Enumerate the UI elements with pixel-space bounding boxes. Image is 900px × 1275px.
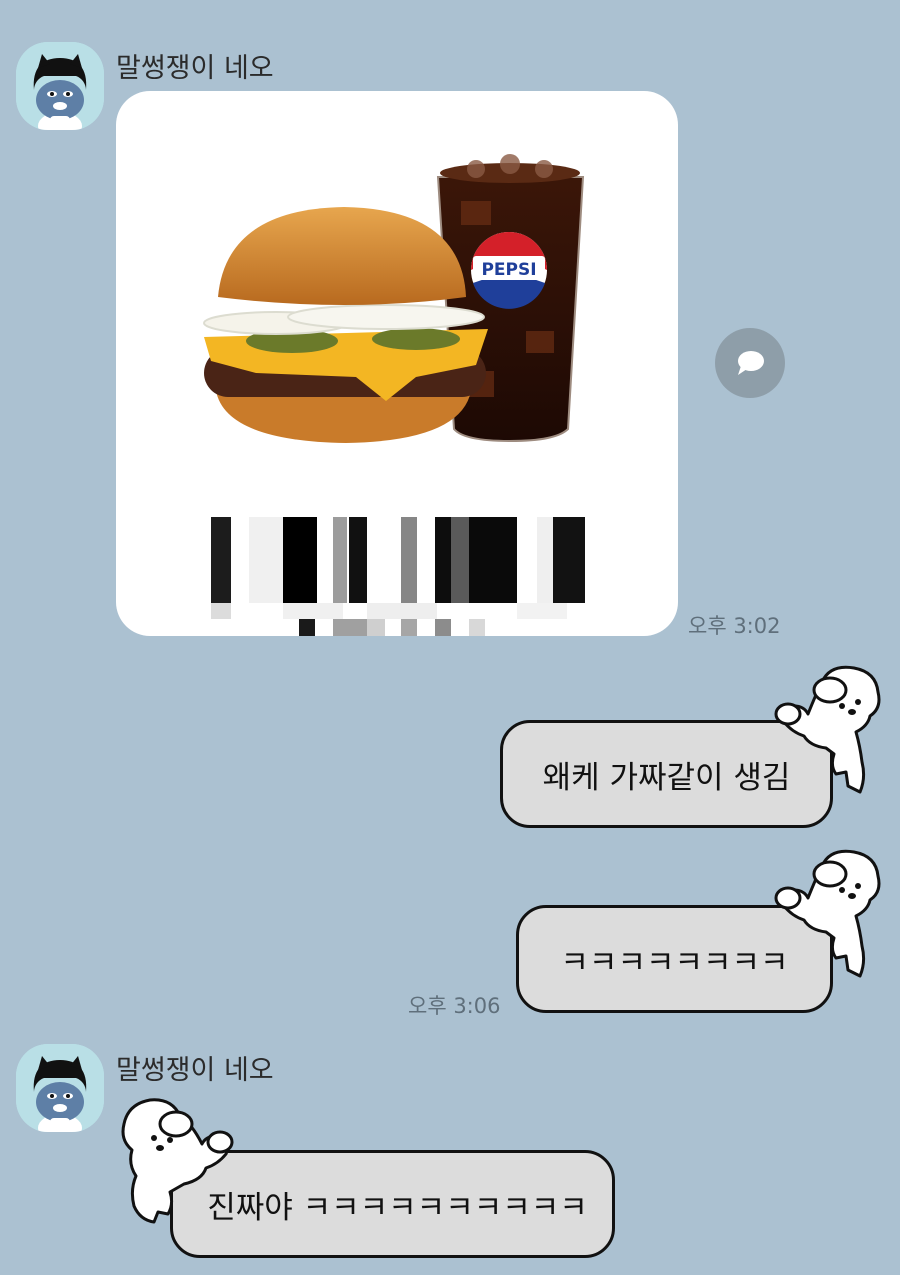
message-text: 진짜야 ㅋㅋㅋㅋㅋㅋㅋㅋㅋㅋ	[207, 1189, 588, 1226]
message-time: 오후 3:02	[688, 614, 781, 638]
message-time: 오후 3:06	[408, 994, 501, 1018]
sender-name: 말썽쟁이 네오	[116, 53, 274, 84]
share-button[interactable]	[715, 328, 785, 398]
sender-name: 말썽쟁이 네오	[116, 1055, 274, 1086]
message-text: 왜케 가짜같이 생김	[542, 759, 791, 796]
avatar[interactable]	[16, 42, 104, 130]
outgoing-message-bubble[interactable]: ㅋㅋㅋㅋㅋㅋㅋㅋ	[516, 905, 833, 1013]
pepsi-label: PEPSI	[481, 260, 536, 280]
barcode-pixelated	[211, 517, 585, 636]
image-message[interactable]: PEPSI	[116, 91, 678, 636]
speech-bubble-icon	[738, 351, 764, 375]
message-text: ㅋㅋㅋㅋㅋㅋㅋㅋ	[560, 944, 789, 981]
outgoing-message-bubble[interactable]: 왜케 가짜같이 생김	[500, 720, 833, 828]
incoming-message-bubble[interactable]: 진짜야 ㅋㅋㅋㅋㅋㅋㅋㅋㅋㅋ	[170, 1150, 615, 1258]
avatar[interactable]	[16, 1044, 104, 1132]
neo-avatar-icon	[16, 1044, 104, 1132]
neo-avatar-icon	[16, 42, 104, 130]
